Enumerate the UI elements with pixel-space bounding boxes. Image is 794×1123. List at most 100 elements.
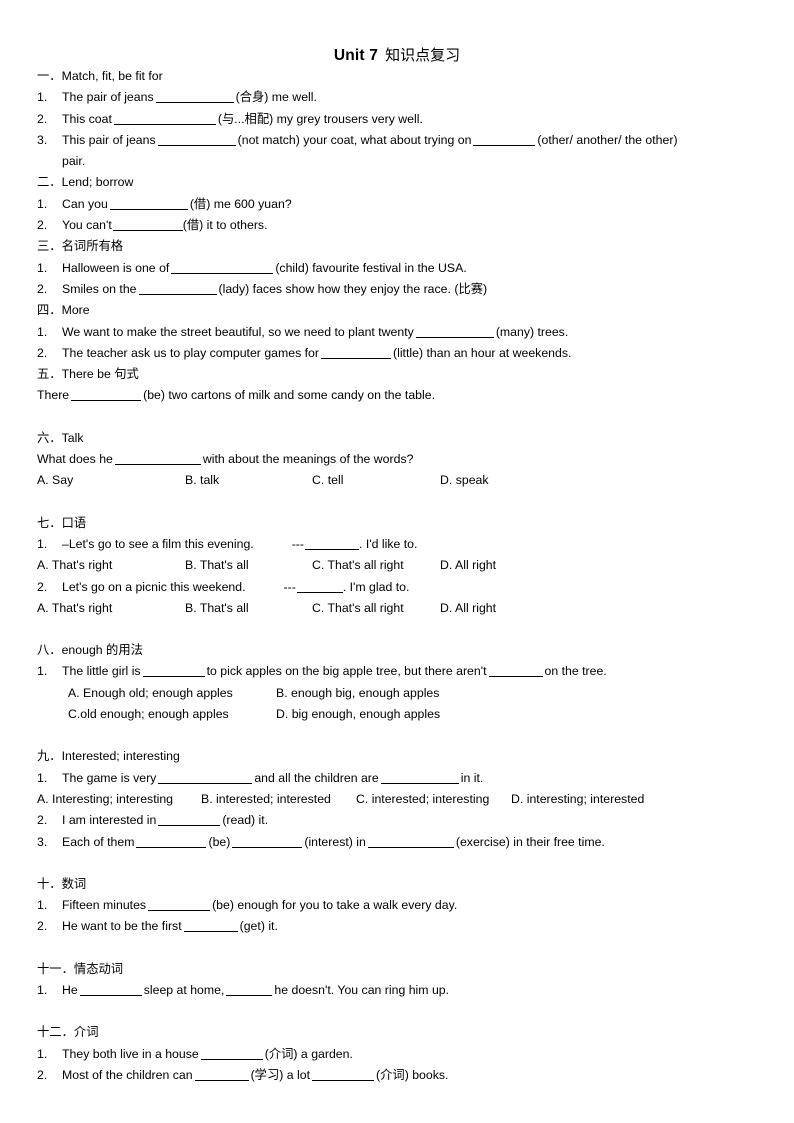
question-text: The teacher ask us to play computer game… [62,345,319,360]
fill-in-blank[interactable] [321,346,391,359]
fill-in-blank[interactable] [148,898,211,912]
fill-in-blank[interactable] [113,112,216,125]
option-b[interactable]: B. That's all [185,555,312,576]
option-d[interactable]: D. All right [440,555,496,576]
fill-in-blank-2[interactable] [312,1068,375,1081]
fill-in-blank[interactable] [183,919,238,933]
item-number: 1. [37,536,48,551]
item-number: 1. [37,196,48,211]
item-number: 1. [37,1046,48,1061]
question-hint: on the tree. [544,664,607,679]
question-hint: (be) two cartons of milk and some candy … [143,388,435,403]
fill-in-blank[interactable] [155,90,234,104]
option-c[interactable]: C. tell [312,470,440,491]
item-number: 1. [37,324,48,339]
question-8-1: 1. The little girl is to pick apples on th… [37,661,770,682]
fill-in-blank[interactable] [157,133,236,146]
option-a[interactable]: A. Enough old; enough apples [68,683,276,704]
fill-in-blank-3[interactable] [367,835,454,848]
question-text: This coat [62,111,112,126]
fill-in-blank[interactable] [136,835,207,848]
item-number: 1. [37,982,48,997]
option-d[interactable]: D. speak [440,470,489,491]
fill-in-blank[interactable] [109,197,188,210]
fill-in-blank[interactable] [171,261,274,274]
question-9-3: 3. Each of them (be) (interest) in (exercise… [37,832,770,853]
question-text: The pair of jeans [62,90,154,105]
fill-in-blank-2[interactable] [488,664,543,678]
item-number: 2. [37,111,48,126]
options-7-1: A. That's right B. That's all C. That's al… [37,555,770,576]
question-5-1: There (be) two cartons of milk and some c… [37,385,770,406]
question-hint: (借) it to others. [182,218,268,233]
option-b[interactable]: B. enough big, enough apples [276,683,439,704]
option-a[interactable]: A. Say [37,470,185,491]
question-hint: with about the meanings of the words? [202,452,414,467]
fill-in-blank-2[interactable] [473,133,536,146]
option-d[interactable]: D. big enough, enough apples [276,704,440,725]
option-b[interactable]: B. interested; interested [201,789,356,810]
question-10-1: 1. Fifteen minutes (be) enough for you to … [37,895,770,916]
fill-in-blank[interactable] [114,452,201,466]
fill-in-blank[interactable] [158,771,253,784]
question-hint: (合身) me well. [235,90,317,105]
question-2-1: 1. Can you (借) me 600 yuan? [37,194,770,215]
fill-in-blank[interactable] [79,983,142,996]
fill-in-blank[interactable] [142,664,205,678]
option-c[interactable]: C. That's all right [312,555,440,576]
options-8-row1: A. Enough old; enough apples B. enough bi… [37,683,770,704]
question-7-1: 1. –Let's go to see a film this evening. -… [37,534,770,555]
option-a[interactable]: A. That's right [37,598,185,619]
option-b[interactable]: B. That's all [185,598,312,619]
section-heading-1: 一．Match, fit, be fit for [37,69,163,83]
option-c[interactable]: C.old enough; enough apples [68,704,276,725]
question-hint: (many) trees. [495,324,569,339]
question-mid: and all the children are [254,770,379,785]
fill-in-blank-2[interactable] [380,771,459,784]
question-text: He [62,982,78,997]
item-number: 1. [37,898,48,913]
fill-in-blank[interactable] [138,282,217,295]
fill-in-blank[interactable] [296,580,343,593]
question-hint: (read) it. [222,813,269,828]
option-d[interactable]: D. interesting; interested [511,789,644,810]
question-hint: (child) favourite festival in the USA. [275,260,467,275]
option-b[interactable]: B. talk [185,470,312,491]
document-body: 一．Match, fit, be fit for 1. The pair of j… [0,66,794,1086]
page-title: Unit 7 知识点复习 [0,0,794,66]
question-12-2: 2. Most of the children can (学习) a lot (介词)… [37,1065,770,1086]
question-hint: (be) enough for you to take a walk every… [212,898,458,913]
option-c[interactable]: C. That's all right [312,598,440,619]
options-9-1: A. Interesting; interesting B. interested… [37,789,770,810]
section-heading-8: 八．enough 的用法 [37,643,143,658]
question-wrap: pair. [62,154,86,169]
section-heading-3: 三．名词所有格 [37,239,124,254]
question-text: Let's go on a picnic this weekend. [62,579,246,594]
item-number: 1. [37,260,48,275]
option-c[interactable]: C. interested; interesting [356,789,511,810]
question-1-3: 3. This pair of jeans (not match) your coa… [37,130,770,173]
question-11-1: 1. He sleep at home, he doesn't. You can ri… [37,980,770,1001]
fill-in-blank[interactable] [194,1068,249,1081]
option-a[interactable]: A. That's right [37,555,185,576]
fill-in-blank-2[interactable] [226,983,273,996]
question-12-1: 1. They both live in a house (介词) a garden… [37,1044,770,1065]
question-text: Smiles on the [62,281,137,296]
fill-in-blank[interactable] [305,537,359,550]
fill-in-blank-2[interactable] [232,835,303,848]
fill-in-blank[interactable] [415,325,494,338]
options-6-1: A. Say B. talk C. tell D. speak [37,470,770,491]
fill-in-blank[interactable] [200,1047,263,1060]
question-text: What does he [37,452,113,467]
option-a[interactable]: A. Interesting; interesting [37,789,201,810]
fill-in-blank[interactable] [71,388,142,402]
fill-in-blank[interactable] [158,813,221,827]
question-text: Most of the children can [62,1067,193,1082]
fill-in-blank[interactable] [112,218,183,232]
question-hint: (与...相配) my grey trousers very well. [217,111,423,126]
question-text: I am interested in [62,813,157,828]
option-d[interactable]: D. All right [440,598,496,619]
